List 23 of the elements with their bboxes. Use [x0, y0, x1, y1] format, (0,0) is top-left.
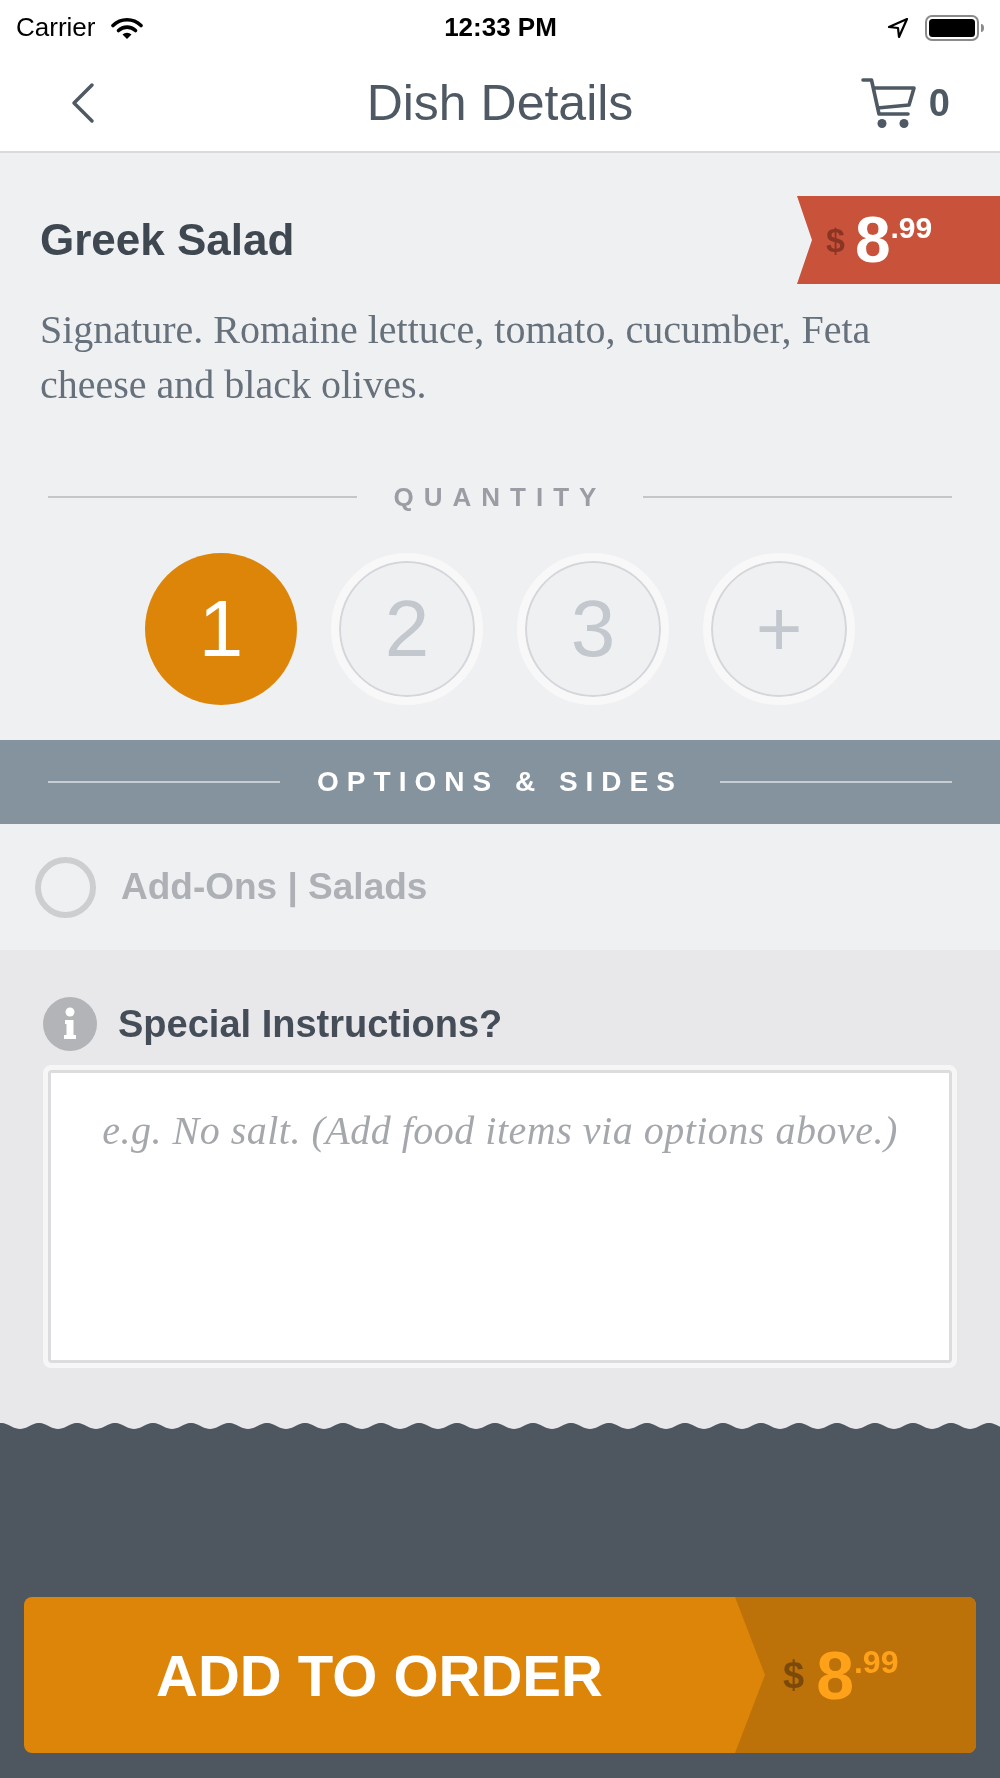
battery-icon [925, 14, 985, 41]
dish-description: Signature. Romaine lettuce, tomato, cucumber, Feta cheese and black olives. [40, 306, 872, 409]
carrier-name: Carrier [16, 12, 96, 43]
section-heading: OPTIONS & SIDES [317, 765, 683, 799]
add-to-order-button[interactable]: ADD TO ORDER $ 8$^{.99}$ [24, 1597, 976, 1753]
cart-icon [860, 76, 917, 130]
wifi-icon [111, 15, 144, 40]
dish-name: Greek Salad [40, 215, 295, 265]
option-group-item[interactable]: Add-Ons | Salads [35, 856, 428, 918]
clock-time: 12:33 PM [444, 12, 557, 43]
quantity-option[interactable]: 1 [145, 553, 297, 705]
price-amount: 8$^{.99}$ [816, 1640, 899, 1710]
page-title: Dish Details [366, 74, 634, 133]
price-amount: 8$^{.99}$ [854, 207, 933, 273]
cart-button[interactable]: 0 [860, 76, 950, 130]
currency-symbol: $ [783, 1653, 805, 1697]
location-arrow-icon [887, 16, 909, 39]
quantity-option[interactable]: + [703, 553, 855, 705]
instructions-field[interactable]: e.g. No salt. (Add food items via options above.) [43, 1065, 957, 1368]
section-heading: QUANTITY [393, 482, 607, 512]
info-icon [43, 997, 97, 1051]
currency-symbol: $ [826, 220, 845, 260]
field-label: Special Instructions? [118, 1002, 503, 1047]
